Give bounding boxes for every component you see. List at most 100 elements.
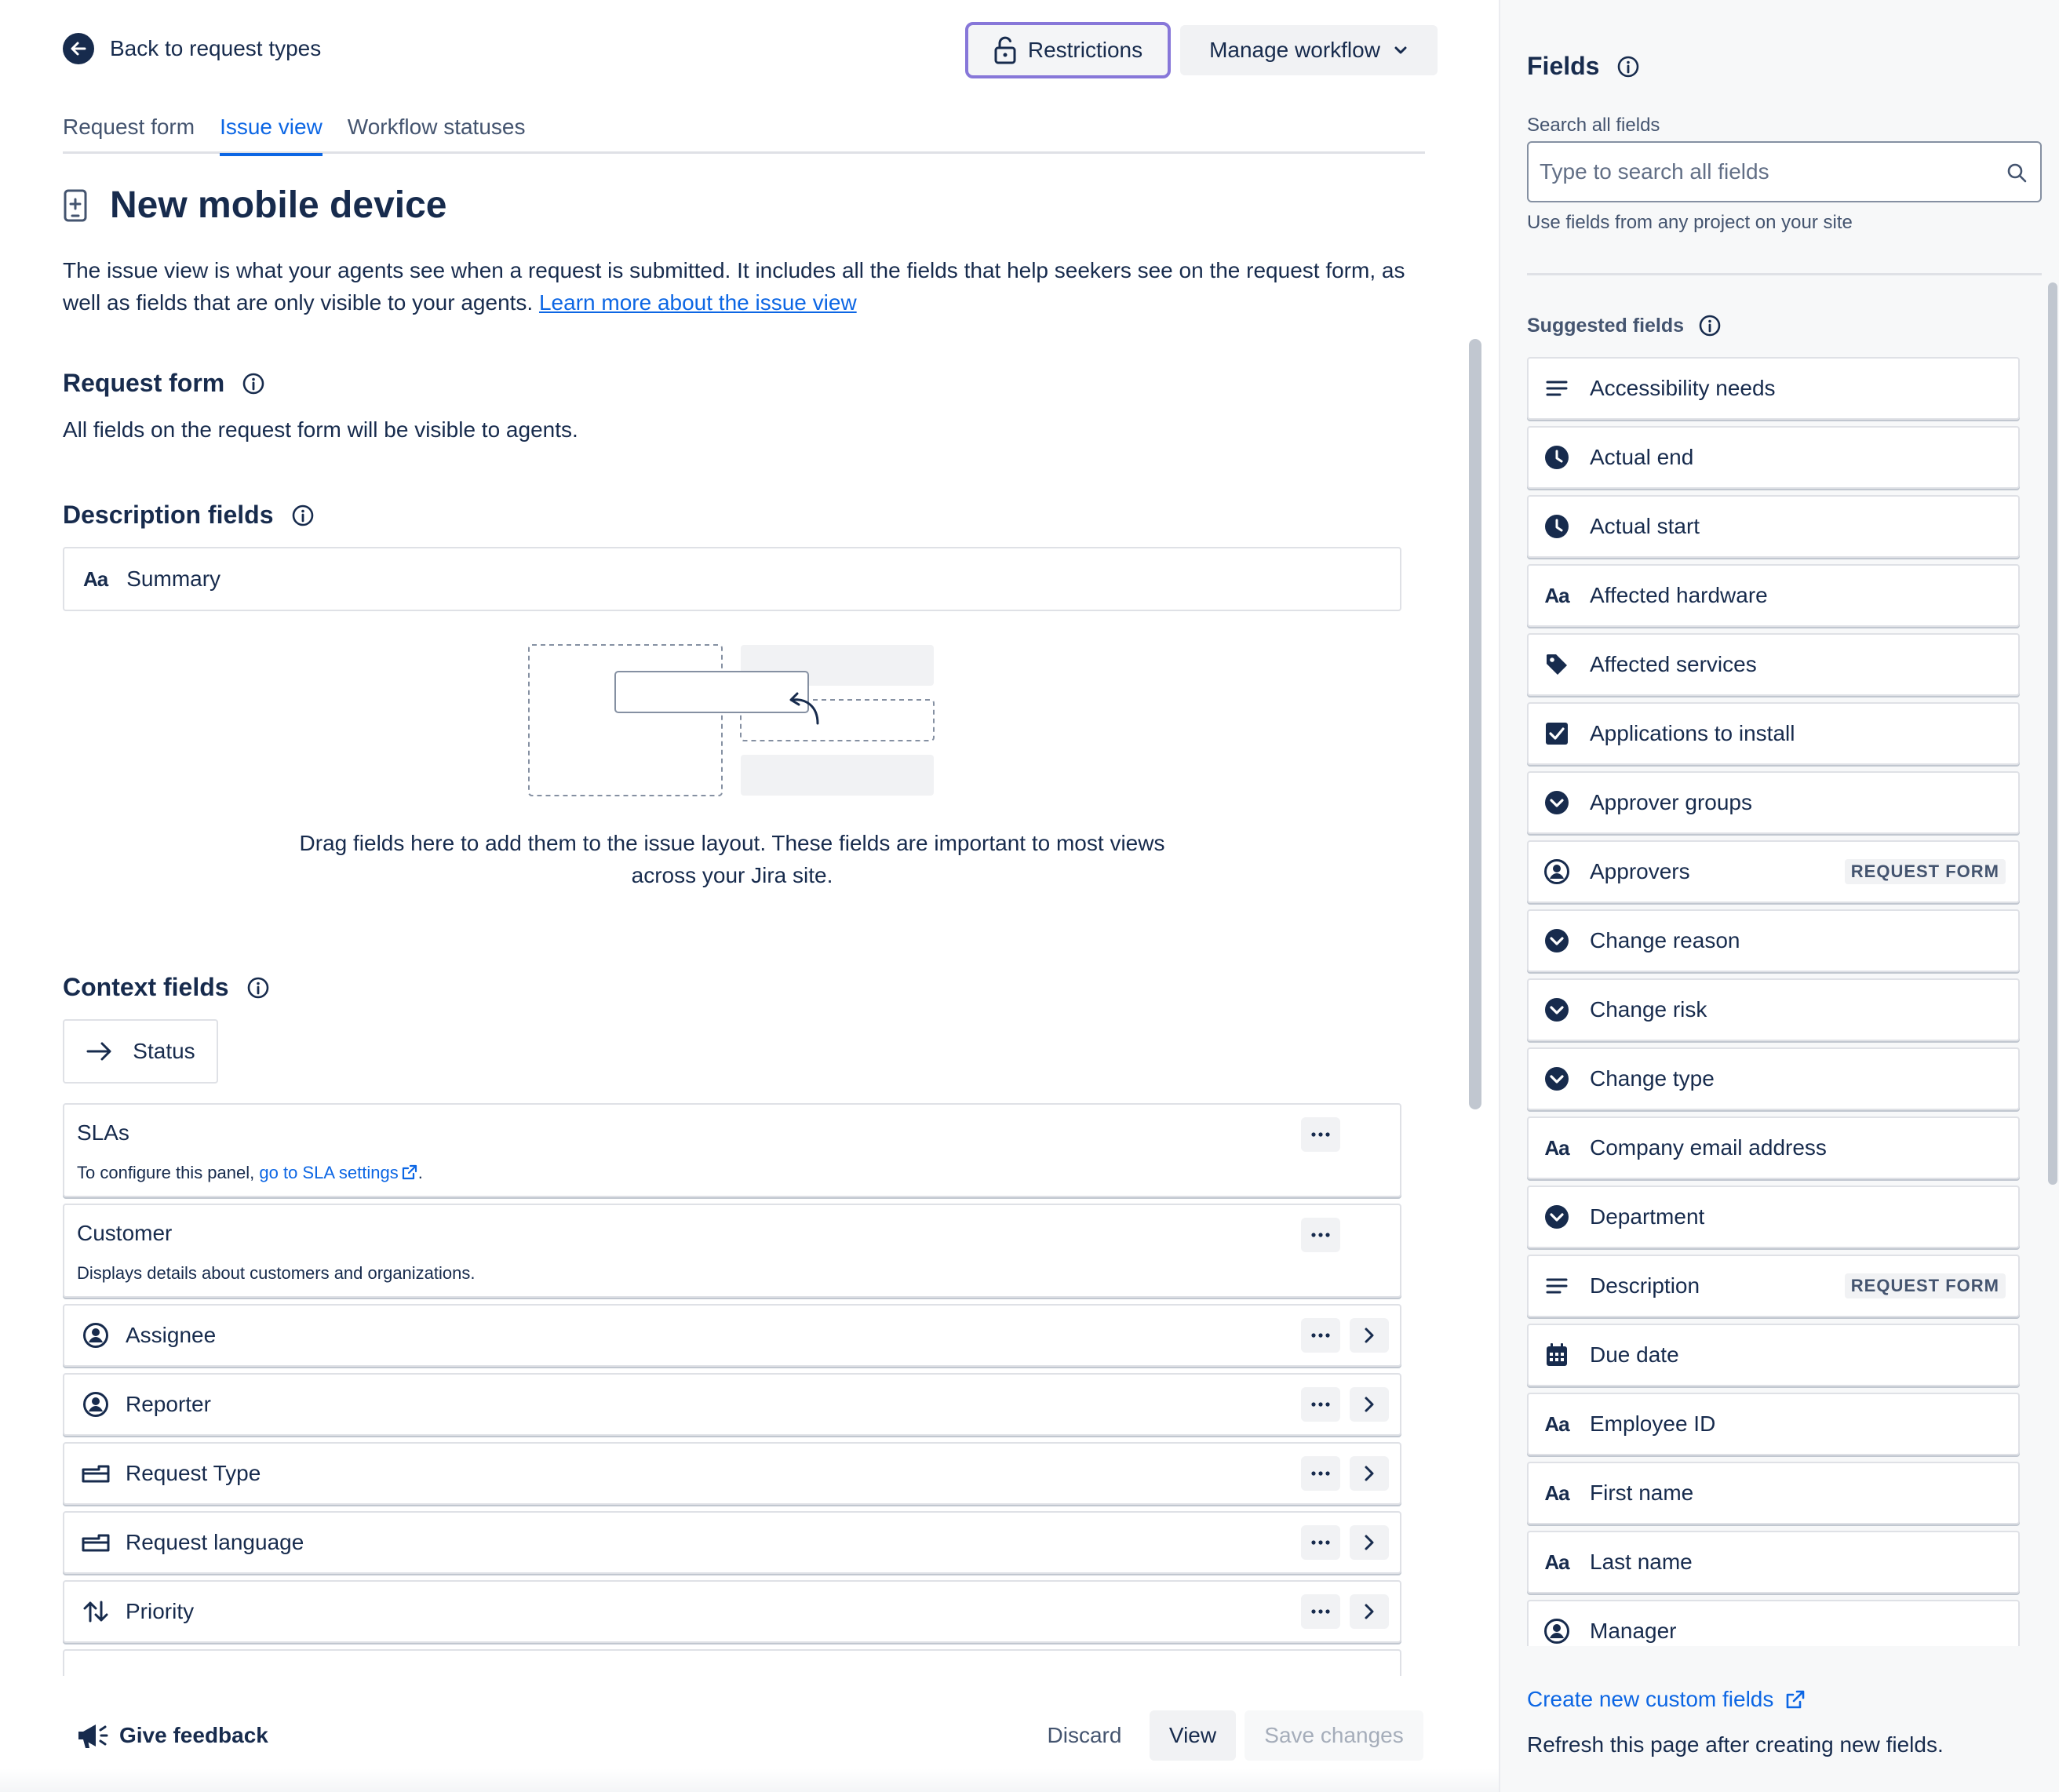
refresh-hint: Refresh this page after creating new fie… bbox=[1527, 1732, 1944, 1757]
info-icon[interactable] bbox=[242, 372, 265, 395]
expand-button[interactable] bbox=[1350, 1387, 1389, 1422]
suggested-field-item[interactable]: Aa First name bbox=[1527, 1462, 2020, 1524]
suggested-field-item[interactable]: Approver groups bbox=[1527, 771, 2020, 834]
suggested-field-item[interactable]: Change type bbox=[1527, 1047, 2020, 1110]
suggested-field-item[interactable]: Aa Affected hardware bbox=[1527, 564, 2020, 627]
arrow-left-icon bbox=[63, 33, 94, 64]
info-icon[interactable] bbox=[1616, 55, 1640, 78]
sla-panel[interactable]: SLAs To configure this panel, go to SLA … bbox=[63, 1103, 1401, 1197]
text-icon: Aa bbox=[1544, 1481, 1569, 1505]
learn-more-link[interactable]: Learn more about the issue view bbox=[539, 290, 857, 315]
expand-button[interactable] bbox=[1350, 1594, 1389, 1629]
more-actions-button[interactable] bbox=[1301, 1456, 1340, 1491]
suggested-field-label: Department bbox=[1590, 1204, 1705, 1229]
context-field-row-request-language[interactable]: Request language bbox=[63, 1511, 1401, 1574]
more-actions-button[interactable] bbox=[1301, 1117, 1340, 1152]
customer-title: Customer bbox=[77, 1221, 173, 1245]
create-custom-fields-link[interactable]: Create new custom fields bbox=[1527, 1687, 1806, 1712]
suggested-field-label: Accessibility needs bbox=[1590, 376, 1776, 400]
tag-icon bbox=[1543, 650, 1571, 679]
more-actions-button[interactable] bbox=[1301, 1525, 1340, 1560]
context-field-row-assignee[interactable]: Assignee bbox=[63, 1304, 1401, 1367]
person-icon bbox=[1543, 858, 1571, 886]
suggested-field-item[interactable]: Change reason bbox=[1527, 909, 2020, 972]
paragraph-icon bbox=[1543, 1272, 1571, 1300]
person-icon bbox=[80, 1389, 111, 1420]
request-form-badge: REQUEST FORM bbox=[1844, 859, 2006, 884]
context-fields-heading: Context fields bbox=[63, 973, 270, 1002]
suggested-field-item[interactable]: Approvers REQUEST FORM bbox=[1527, 840, 2020, 903]
field-label: Assignee bbox=[126, 1323, 217, 1347]
suggested-field-item[interactable]: Aa Last name bbox=[1527, 1531, 2020, 1593]
suggested-field-item[interactable]: Accessibility needs bbox=[1527, 357, 2020, 420]
status-field[interactable]: Status bbox=[63, 1019, 218, 1084]
text-icon: Aa bbox=[1544, 583, 1569, 607]
suggested-field-label: First name bbox=[1590, 1481, 1694, 1505]
search-icon[interactable] bbox=[2006, 162, 2028, 184]
info-icon[interactable] bbox=[1698, 314, 1722, 337]
context-field-row-reporter[interactable]: Reporter bbox=[63, 1373, 1401, 1436]
give-feedback-button[interactable]: Give feedback bbox=[75, 1720, 268, 1751]
suggested-field-item[interactable]: Description REQUEST FORM bbox=[1527, 1255, 2020, 1317]
suggested-field-label: Approvers bbox=[1590, 859, 1690, 883]
tab-workflow-statuses[interactable]: Workflow statuses bbox=[348, 115, 526, 154]
clock-icon bbox=[1543, 443, 1571, 472]
suggested-field-item[interactable]: Applications to install bbox=[1527, 702, 2020, 765]
suggested-field-item[interactable]: Change risk bbox=[1527, 978, 2020, 1041]
suggested-field-label: Last name bbox=[1590, 1550, 1693, 1574]
view-button[interactable]: View bbox=[1150, 1710, 1236, 1761]
tab-request-form[interactable]: Request form bbox=[63, 115, 195, 154]
sla-settings-link[interactable]: go to SLA settings bbox=[259, 1163, 398, 1182]
discard-button[interactable]: Discard bbox=[1033, 1710, 1136, 1761]
search-input[interactable] bbox=[1540, 143, 1995, 201]
manage-workflow-dropdown[interactable]: Manage workflow bbox=[1180, 25, 1438, 75]
context-field-row-priority[interactable]: Priority bbox=[63, 1580, 1401, 1643]
expand-button[interactable] bbox=[1350, 1525, 1389, 1560]
select-icon bbox=[1543, 789, 1571, 817]
restrictions-button[interactable]: Restrictions bbox=[965, 22, 1171, 78]
expand-button[interactable] bbox=[1350, 1456, 1389, 1491]
suggested-field-item[interactable]: Manager bbox=[1527, 1600, 2020, 1646]
tab-issue-view[interactable]: Issue view bbox=[220, 115, 323, 156]
suggested-field-item[interactable]: Due date bbox=[1527, 1324, 2020, 1386]
customer-panel[interactable]: Customer Displays details about customer… bbox=[63, 1204, 1401, 1298]
description-fields-title: Description fields bbox=[63, 501, 274, 529]
suggested-field-item[interactable]: Actual end bbox=[1527, 426, 2020, 489]
more-actions-button[interactable] bbox=[1301, 1318, 1340, 1353]
suggested-field-item[interactable]: Actual start bbox=[1527, 495, 2020, 558]
info-icon[interactable] bbox=[246, 976, 270, 1000]
suggested-field-label: Affected services bbox=[1590, 652, 1757, 676]
summary-field[interactable]: Aa Summary bbox=[63, 547, 1401, 611]
person-icon bbox=[80, 1320, 111, 1351]
main-scrollbar[interactable] bbox=[1469, 339, 1481, 1109]
suggested-field-item[interactable]: Department bbox=[1527, 1186, 2020, 1248]
description-fields-heading: Description fields bbox=[63, 501, 315, 530]
field-label: Request Type bbox=[126, 1461, 261, 1485]
more-actions-button[interactable] bbox=[1301, 1594, 1340, 1629]
customer-description: Displays details about customers and org… bbox=[77, 1263, 476, 1283]
request-type-icon bbox=[80, 1527, 111, 1558]
more-actions-button[interactable] bbox=[1301, 1218, 1340, 1252]
intro-paragraph: The issue view is what your agents see w… bbox=[63, 254, 1428, 319]
context-field-row-request-type[interactable]: Request Type bbox=[63, 1442, 1401, 1505]
text-field-icon: Aa bbox=[83, 566, 108, 591]
expand-button[interactable] bbox=[1350, 1318, 1389, 1353]
suggested-field-label: Description bbox=[1590, 1273, 1700, 1298]
external-link-icon bbox=[1784, 1688, 1806, 1710]
unlock-icon bbox=[993, 36, 1017, 64]
sidebar-scrollbar[interactable] bbox=[2048, 282, 2057, 1185]
arrow-right-icon bbox=[86, 1040, 114, 1062]
back-to-request-types-link[interactable]: Back to request types bbox=[63, 33, 321, 64]
suggested-field-label: Change risk bbox=[1590, 997, 1707, 1022]
save-changes-button[interactable]: Save changes bbox=[1245, 1710, 1423, 1761]
view-tabs: Request form Issue view Workflow statuse… bbox=[63, 115, 1425, 156]
back-link-label: Back to request types bbox=[110, 36, 322, 60]
suggested-field-label: Change type bbox=[1590, 1066, 1715, 1091]
suggested-field-item[interactable]: Aa Employee ID bbox=[1527, 1393, 2020, 1455]
suggested-field-item[interactable]: Aa Company email address bbox=[1527, 1116, 2020, 1179]
chevron-down-icon bbox=[1393, 45, 1409, 56]
more-actions-button[interactable] bbox=[1301, 1387, 1340, 1422]
suggested-field-item[interactable]: Affected services bbox=[1527, 633, 2020, 696]
clock-icon bbox=[1543, 512, 1571, 541]
info-icon[interactable] bbox=[291, 504, 315, 527]
